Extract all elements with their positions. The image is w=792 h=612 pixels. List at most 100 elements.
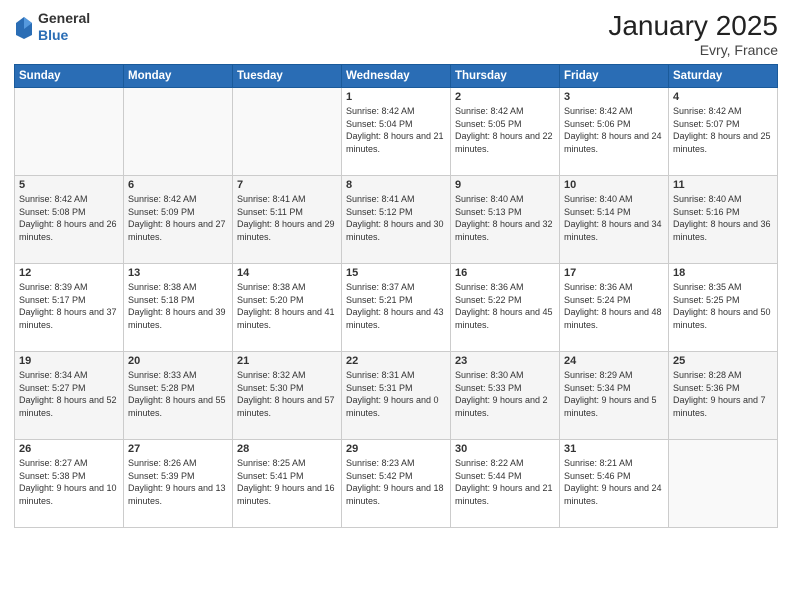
day-number: 2 <box>455 91 555 103</box>
cell-1-1: 6Sunrise: 8:42 AMSunset: 5:09 PMDaylight… <box>124 176 233 264</box>
day-number: 12 <box>19 267 119 279</box>
day-info: Sunrise: 8:38 AMSunset: 5:20 PMDaylight:… <box>237 282 335 330</box>
cell-4-2: 28 Sunrise: 8:25 AMSunset: 5:41 PMDayligh… <box>233 440 342 528</box>
logo-icon <box>14 15 34 39</box>
calendar-page: General Blue January 2025 Evry, France S… <box>0 0 792 612</box>
day-number: 15 <box>346 267 446 279</box>
day-number: 30 <box>455 443 555 455</box>
cell-0-3: 1 Sunrise: 8:42 AMSunset: 5:04 PMDaylight… <box>342 88 451 176</box>
day-info: Sunrise: 8:40 AMSunset: 5:13 PMDaylight:… <box>455 194 553 242</box>
cell-3-3: 22 Sunrise: 8:31 AMSunset: 5:31 PMDayligh… <box>342 352 451 440</box>
day-number: 24 <box>564 355 664 367</box>
cell-3-0: 19 Sunrise: 8:34 AMSunset: 5:27 PMDayligh… <box>15 352 124 440</box>
calendar-table: Sunday Monday Tuesday Wednesday Thursday… <box>14 64 778 528</box>
header-monday: Monday <box>124 65 233 88</box>
day-info: Sunrise: 8:35 AMSunset: 5:25 PMDaylight:… <box>673 282 771 330</box>
cell-0-0 <box>15 88 124 176</box>
cell-3-5: 24 Sunrise: 8:29 AMSunset: 5:34 PMDayligh… <box>560 352 669 440</box>
day-number: 21 <box>237 355 337 367</box>
cell-2-3: 15 Sunrise: 8:37 AMSunset: 5:21 PMDayligh… <box>342 264 451 352</box>
day-info: Sunrise: 8:29 AMSunset: 5:34 PMDaylight:… <box>564 370 657 418</box>
cell-4-3: 29Sunrise: 8:23 AMSunset: 5:42 PMDayligh… <box>342 440 451 528</box>
day-number: 14 <box>237 267 337 279</box>
day-number: 19 <box>19 355 119 367</box>
cell-0-5: 3 Sunrise: 8:42 AMSunset: 5:06 PMDaylight… <box>560 88 669 176</box>
day-number: 28 <box>237 443 337 455</box>
day-info: Sunrise: 8:22 AMSunset: 5:44 PMDaylight:… <box>455 458 553 506</box>
header-thursday: Thursday <box>451 65 560 88</box>
day-number: 27 <box>128 443 228 455</box>
day-number: 18 <box>673 267 773 279</box>
cell-1-3: 8Sunrise: 8:41 AMSunset: 5:12 PMDaylight… <box>342 176 451 264</box>
day-info: Sunrise: 8:42 AMSunset: 5:07 PMDaylight:… <box>673 106 771 154</box>
cell-0-4: 2 Sunrise: 8:42 AMSunset: 5:05 PMDaylight… <box>451 88 560 176</box>
day-number: 23 <box>455 355 555 367</box>
day-info: Sunrise: 8:25 AMSunset: 5:41 PMDaylight:… <box>237 458 335 506</box>
cell-2-2: 14 Sunrise: 8:38 AMSunset: 5:20 PMDayligh… <box>233 264 342 352</box>
day-info: Sunrise: 8:41 AMSunset: 5:11 PMDaylight:… <box>237 194 335 242</box>
day-info: Sunrise: 8:40 AMSunset: 5:14 PMDaylight:… <box>564 194 662 242</box>
week-row-1: 1 Sunrise: 8:42 AMSunset: 5:04 PMDaylight… <box>15 88 778 176</box>
day-number: 7 <box>237 179 337 191</box>
day-number: 1 <box>346 91 446 103</box>
day-number: 4 <box>673 91 773 103</box>
cell-1-6: 11Sunrise: 8:40 AMSunset: 5:16 PMDayligh… <box>669 176 778 264</box>
cell-4-0: 26Sunrise: 8:27 AMSunset: 5:38 PMDayligh… <box>15 440 124 528</box>
cell-3-6: 25Sunrise: 8:28 AMSunset: 5:36 PMDayligh… <box>669 352 778 440</box>
cell-1-4: 9 Sunrise: 8:40 AMSunset: 5:13 PMDaylight… <box>451 176 560 264</box>
cell-1-2: 7 Sunrise: 8:41 AMSunset: 5:11 PMDaylight… <box>233 176 342 264</box>
day-number: 22 <box>346 355 446 367</box>
header-tuesday: Tuesday <box>233 65 342 88</box>
cell-1-5: 10Sunrise: 8:40 AMSunset: 5:14 PMDayligh… <box>560 176 669 264</box>
logo-blue-text: Blue <box>38 27 68 43</box>
day-info: Sunrise: 8:30 AMSunset: 5:33 PMDaylight:… <box>455 370 548 418</box>
week-row-4: 19 Sunrise: 8:34 AMSunset: 5:27 PMDayligh… <box>15 352 778 440</box>
day-info: Sunrise: 8:31 AMSunset: 5:31 PMDaylight:… <box>346 370 439 418</box>
cell-2-6: 18 Sunrise: 8:35 AMSunset: 5:25 PMDayligh… <box>669 264 778 352</box>
day-number: 17 <box>564 267 664 279</box>
day-info: Sunrise: 8:27 AMSunset: 5:38 PMDaylight:… <box>19 458 117 506</box>
cell-4-5: 31Sunrise: 8:21 AMSunset: 5:46 PMDayligh… <box>560 440 669 528</box>
day-info: Sunrise: 8:36 AMSunset: 5:24 PMDaylight:… <box>564 282 662 330</box>
day-info: Sunrise: 8:42 AMSunset: 5:09 PMDaylight:… <box>128 194 226 242</box>
logo-general-text: General <box>38 10 90 26</box>
day-info: Sunrise: 8:33 AMSunset: 5:28 PMDaylight:… <box>128 370 226 418</box>
cell-2-4: 16 Sunrise: 8:36 AMSunset: 5:22 PMDayligh… <box>451 264 560 352</box>
title-block: January 2025 Evry, France <box>608 10 778 58</box>
day-info: Sunrise: 8:41 AMSunset: 5:12 PMDaylight:… <box>346 194 444 242</box>
day-info: Sunrise: 8:38 AMSunset: 5:18 PMDaylight:… <box>128 282 226 330</box>
header-saturday: Saturday <box>669 65 778 88</box>
logo: General Blue <box>14 10 90 44</box>
day-info: Sunrise: 8:39 AMSunset: 5:17 PMDaylight:… <box>19 282 117 330</box>
header-sunday: Sunday <box>15 65 124 88</box>
day-info: Sunrise: 8:34 AMSunset: 5:27 PMDaylight:… <box>19 370 117 418</box>
day-info: Sunrise: 8:40 AMSunset: 5:16 PMDaylight:… <box>673 194 771 242</box>
cell-2-0: 12 Sunrise: 8:39 AMSunset: 5:17 PMDayligh… <box>15 264 124 352</box>
day-number: 3 <box>564 91 664 103</box>
day-info: Sunrise: 8:42 AMSunset: 5:05 PMDaylight:… <box>455 106 553 154</box>
day-info: Sunrise: 8:42 AMSunset: 5:04 PMDaylight:… <box>346 106 444 154</box>
day-info: Sunrise: 8:32 AMSunset: 5:30 PMDaylight:… <box>237 370 335 418</box>
day-number: 25 <box>673 355 773 367</box>
location: Evry, France <box>608 42 778 58</box>
day-info: Sunrise: 8:42 AMSunset: 5:06 PMDaylight:… <box>564 106 662 154</box>
header-wednesday: Wednesday <box>342 65 451 88</box>
logo-text: General Blue <box>38 10 90 44</box>
day-number: 16 <box>455 267 555 279</box>
day-number: 5 <box>19 179 119 191</box>
day-number: 13 <box>128 267 228 279</box>
week-row-5: 26Sunrise: 8:27 AMSunset: 5:38 PMDayligh… <box>15 440 778 528</box>
cell-1-0: 5Sunrise: 8:42 AMSunset: 5:08 PMDaylight… <box>15 176 124 264</box>
cell-2-1: 13 Sunrise: 8:38 AMSunset: 5:18 PMDayligh… <box>124 264 233 352</box>
calendar-header-row: Sunday Monday Tuesday Wednesday Thursday… <box>15 65 778 88</box>
day-number: 9 <box>455 179 555 191</box>
day-info: Sunrise: 8:37 AMSunset: 5:21 PMDaylight:… <box>346 282 444 330</box>
day-info: Sunrise: 8:23 AMSunset: 5:42 PMDaylight:… <box>346 458 444 506</box>
cell-0-2 <box>233 88 342 176</box>
cell-0-1 <box>124 88 233 176</box>
day-info: Sunrise: 8:26 AMSunset: 5:39 PMDaylight:… <box>128 458 226 506</box>
week-row-3: 12 Sunrise: 8:39 AMSunset: 5:17 PMDayligh… <box>15 264 778 352</box>
day-info: Sunrise: 8:36 AMSunset: 5:22 PMDaylight:… <box>455 282 553 330</box>
cell-4-6 <box>669 440 778 528</box>
week-row-2: 5Sunrise: 8:42 AMSunset: 5:08 PMDaylight… <box>15 176 778 264</box>
